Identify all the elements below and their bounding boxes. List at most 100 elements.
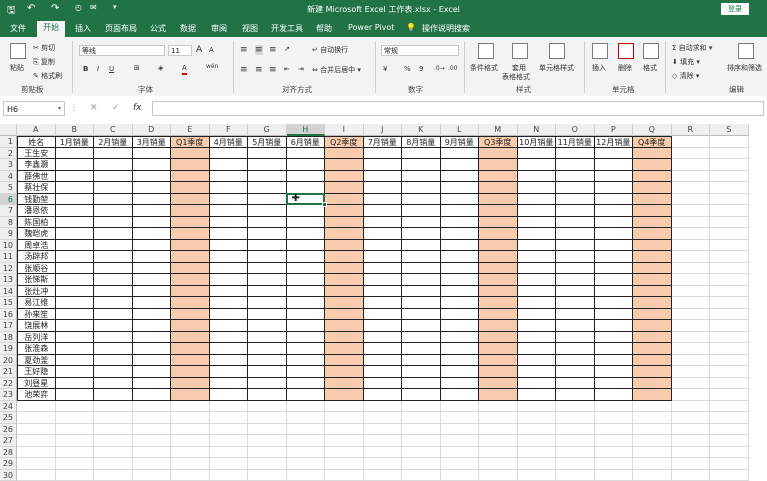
cell-D23[interactable] bbox=[133, 389, 172, 401]
cell-H18[interactable] bbox=[287, 332, 326, 344]
copy-button[interactable]: ⎘ 复制 bbox=[33, 57, 55, 67]
cell-N20[interactable] bbox=[518, 355, 557, 367]
cell-R1[interactable] bbox=[672, 136, 711, 148]
cell-M10[interactable] bbox=[479, 240, 518, 252]
cell-H16[interactable] bbox=[287, 309, 326, 321]
autosum-button[interactable]: Σ 自动求和 ▾ bbox=[672, 43, 712, 53]
cell-C10[interactable] bbox=[94, 240, 133, 252]
cell-E14[interactable] bbox=[171, 286, 210, 298]
cell-F15[interactable] bbox=[210, 297, 249, 309]
cell-J24[interactable] bbox=[364, 401, 403, 413]
cell-P20[interactable] bbox=[595, 355, 634, 367]
column-header-G[interactable]: G bbox=[248, 124, 287, 136]
column-header-P[interactable]: P bbox=[595, 124, 634, 136]
cell-K22[interactable] bbox=[402, 378, 441, 390]
cell-F9[interactable] bbox=[210, 228, 249, 240]
delete-cells-button[interactable]: 删除 bbox=[618, 63, 632, 73]
cell-N16[interactable] bbox=[518, 309, 557, 321]
name-cell[interactable]: 刘昼星 bbox=[17, 378, 56, 390]
cell-Q11[interactable] bbox=[633, 251, 672, 263]
cell-L6[interactable] bbox=[441, 194, 480, 206]
insert-function-icon[interactable]: fx bbox=[133, 103, 142, 113]
cell-N23[interactable] bbox=[518, 389, 557, 401]
cell-I9[interactable] bbox=[325, 228, 364, 240]
cell-Q13[interactable] bbox=[633, 274, 672, 286]
cell-S1[interactable] bbox=[710, 136, 749, 148]
cell-J8[interactable] bbox=[364, 217, 403, 229]
row-header-14[interactable]: 14 bbox=[0, 286, 17, 298]
conditional-format-button[interactable]: 条件格式 bbox=[470, 63, 498, 73]
cell-N8[interactable] bbox=[518, 217, 557, 229]
cell-N4[interactable] bbox=[518, 171, 557, 183]
merge-center-button[interactable]: ⇔ 合并后居中 ▾ bbox=[312, 65, 361, 75]
cell-I3[interactable] bbox=[325, 159, 364, 171]
cell-H4[interactable] bbox=[287, 171, 326, 183]
cell-N9[interactable] bbox=[518, 228, 557, 240]
cell-M3[interactable] bbox=[479, 159, 518, 171]
cell-S28[interactable] bbox=[710, 447, 749, 459]
cell-R21[interactable] bbox=[672, 366, 711, 378]
cell-F6[interactable] bbox=[210, 194, 249, 206]
cell-styles-button[interactable]: 单元格样式 bbox=[539, 63, 574, 73]
row-header-3[interactable]: 3 bbox=[0, 159, 17, 171]
cell-E26[interactable] bbox=[171, 424, 210, 436]
cell-O19[interactable] bbox=[556, 343, 595, 355]
cell-K13[interactable] bbox=[402, 274, 441, 286]
cell-J19[interactable] bbox=[364, 343, 403, 355]
cell-H28[interactable] bbox=[287, 447, 326, 459]
header-cell[interactable]: Q3季度 bbox=[479, 136, 518, 148]
cell-H12[interactable] bbox=[287, 263, 326, 275]
cell-E15[interactable] bbox=[171, 297, 210, 309]
name-cell[interactable]: 潘恩依 bbox=[17, 205, 56, 217]
cell-J5[interactable] bbox=[364, 182, 403, 194]
cell-P9[interactable] bbox=[595, 228, 634, 240]
row-header-12[interactable]: 12 bbox=[0, 263, 17, 275]
cell-R8[interactable] bbox=[672, 217, 711, 229]
cell-E7[interactable] bbox=[171, 205, 210, 217]
align-bottom-icon[interactable]: ≡ bbox=[269, 45, 277, 55]
cell-H22[interactable] bbox=[287, 378, 326, 390]
cell-D21[interactable] bbox=[133, 366, 172, 378]
cell-S20[interactable] bbox=[710, 355, 749, 367]
header-cell[interactable]: Q4季度 bbox=[633, 136, 672, 148]
bold-button[interactable]: B bbox=[83, 65, 88, 73]
cell-R16[interactable] bbox=[672, 309, 711, 321]
cell-M14[interactable] bbox=[479, 286, 518, 298]
cell-C28[interactable] bbox=[94, 447, 133, 459]
cell-C18[interactable] bbox=[94, 332, 133, 344]
cell-J4[interactable] bbox=[364, 171, 403, 183]
cell-I25[interactable] bbox=[325, 412, 364, 424]
cell-I7[interactable] bbox=[325, 205, 364, 217]
cell-Q23[interactable] bbox=[633, 389, 672, 401]
cell-F14[interactable] bbox=[210, 286, 249, 298]
orientation-icon[interactable]: ↗ bbox=[284, 45, 290, 53]
cell-F17[interactable] bbox=[210, 320, 249, 332]
column-header-E[interactable]: E bbox=[171, 124, 210, 136]
cell-L19[interactable] bbox=[441, 343, 480, 355]
cell-N3[interactable] bbox=[518, 159, 557, 171]
login-button[interactable]: 登录 bbox=[721, 3, 749, 15]
cell-D2[interactable] bbox=[133, 148, 172, 160]
cell-Q24[interactable] bbox=[633, 401, 672, 413]
cell-Q6[interactable] bbox=[633, 194, 672, 206]
cell-C6[interactable] bbox=[94, 194, 133, 206]
cell-E5[interactable] bbox=[171, 182, 210, 194]
cell-F5[interactable] bbox=[210, 182, 249, 194]
sort-filter-icon[interactable] bbox=[738, 43, 754, 59]
cell-P16[interactable] bbox=[595, 309, 634, 321]
cell-L5[interactable] bbox=[441, 182, 480, 194]
cell-H25[interactable] bbox=[287, 412, 326, 424]
cell-L18[interactable] bbox=[441, 332, 480, 344]
cell-S16[interactable] bbox=[710, 309, 749, 321]
cell-G26[interactable] bbox=[248, 424, 287, 436]
header-cell[interactable]: 5月销量 bbox=[248, 136, 287, 148]
name-cell[interactable]: 魏皑虎 bbox=[17, 228, 56, 240]
cell-Q27[interactable] bbox=[633, 435, 672, 447]
cell-E20[interactable] bbox=[171, 355, 210, 367]
cell-P3[interactable] bbox=[595, 159, 634, 171]
cell-F12[interactable] bbox=[210, 263, 249, 275]
cell-D27[interactable] bbox=[133, 435, 172, 447]
cell-P28[interactable] bbox=[595, 447, 634, 459]
cell-J26[interactable] bbox=[364, 424, 403, 436]
cell-N13[interactable] bbox=[518, 274, 557, 286]
